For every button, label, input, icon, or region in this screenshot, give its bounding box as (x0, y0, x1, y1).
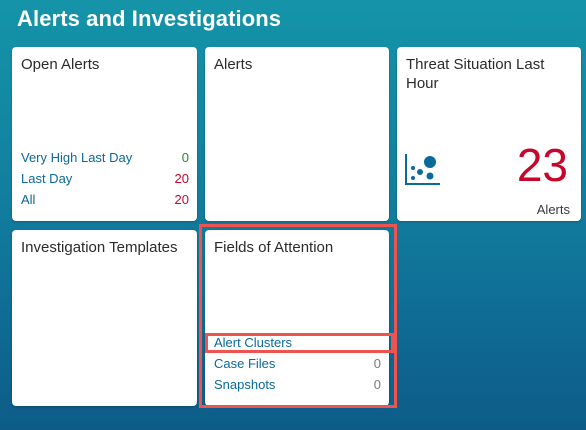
alert-clusters-row[interactable]: Alert Clusters (214, 333, 381, 353)
snapshots-link[interactable]: Snapshots (214, 375, 275, 395)
alerts-title: Alerts (214, 56, 253, 73)
snapshots-row[interactable]: Snapshots 0 (214, 375, 381, 395)
open-alerts-last-day-row[interactable]: Last Day 20 (21, 169, 189, 189)
case-files-count: 0 (373, 356, 381, 371)
case-files-link[interactable]: Case Files (214, 354, 275, 374)
threat-situation-title: Threat Situation Last Hour (406, 56, 545, 92)
fields-of-attention-title: Fields of Attention (214, 239, 334, 256)
very-high-last-day-count: 0 (181, 150, 189, 165)
very-high-last-day-link[interactable]: Very High Last Day (21, 148, 132, 168)
snapshots-count: 0 (373, 377, 381, 392)
threat-situation-tile[interactable]: Threat Situation Last Hour 23 Alerts (397, 47, 581, 221)
scatter-chart-icon (405, 154, 440, 185)
last-day-count: 20 (174, 171, 189, 186)
page-title: Alerts and Investigations (17, 6, 282, 31)
open-alerts-very-high-row[interactable]: Very High Last Day 0 (21, 148, 189, 168)
investigation-templates-title: Investigation Templates (21, 239, 178, 256)
all-alerts-link[interactable]: All (21, 190, 35, 210)
last-day-link[interactable]: Last Day (21, 169, 72, 189)
alert-clusters-link[interactable]: Alert Clusters (214, 333, 292, 353)
alerts-tile[interactable]: Alerts (205, 47, 389, 221)
open-alerts-tile[interactable]: Open Alerts Very High Last Day 0 Last Da… (12, 47, 197, 221)
fields-of-attention-tile[interactable]: Fields of Attention Alert Clusters Case … (205, 230, 389, 406)
open-alerts-all-row[interactable]: All 20 (21, 190, 189, 210)
case-files-row[interactable]: Case Files 0 (214, 354, 381, 374)
threat-count: 23 (516, 139, 568, 191)
all-alerts-count: 20 (174, 192, 189, 207)
open-alerts-title: Open Alerts (21, 56, 100, 73)
threat-count-unit: Alerts (536, 202, 570, 217)
investigation-templates-tile[interactable]: Investigation Templates (12, 230, 197, 406)
